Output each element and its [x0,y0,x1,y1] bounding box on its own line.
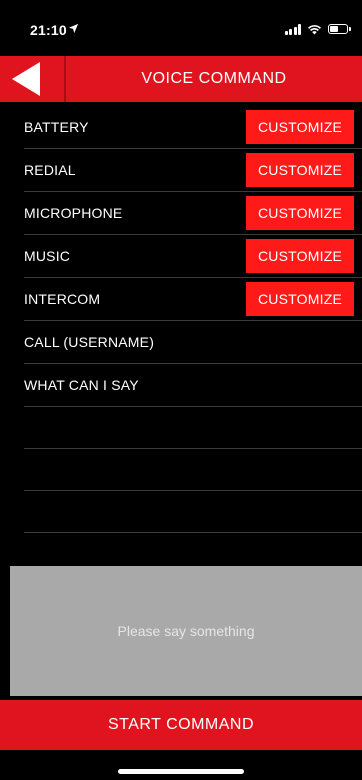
customize-battery-button[interactable]: CUSTOMIZE [246,110,354,144]
speech-prompt: Please say something [117,623,255,639]
customize-music-button[interactable]: CUSTOMIZE [246,239,354,273]
command-label: MUSIC [24,248,71,264]
customize-intercom-button[interactable]: CUSTOMIZE [246,282,354,316]
battery-icon [328,24,351,34]
empty-row [24,407,362,449]
command-label: REDIAL [24,162,76,178]
header-bar: VOICE COMMAND [0,56,362,102]
command-row-redial: REDIAL CUSTOMIZE [24,149,362,192]
speech-output-panel: Please say something [10,566,362,696]
home-indicator[interactable] [118,769,244,774]
command-label: WHAT CAN I SAY [24,377,139,393]
battery-level [330,26,338,32]
command-label: BATTERY [24,119,89,135]
command-row-intercom: INTERCOM CUSTOMIZE [24,278,362,321]
empty-row [24,449,362,491]
command-label: CALL (USERNAME) [24,334,155,350]
location-arrow-icon [68,23,79,34]
customize-redial-button[interactable]: CUSTOMIZE [246,153,354,187]
command-row-microphone: MICROPHONE CUSTOMIZE [24,192,362,235]
back-triangle-icon [12,62,40,96]
cellular-signal-icon [284,23,301,35]
command-row-battery: BATTERY CUSTOMIZE [24,106,362,149]
command-list: BATTERY CUSTOMIZE REDIAL CUSTOMIZE MICRO… [0,106,362,533]
back-button[interactable] [0,56,64,102]
command-row-music: MUSIC CUSTOMIZE [24,235,362,278]
wifi-icon [308,24,321,34]
status-icons [284,22,351,36]
page-title: VOICE COMMAND [141,70,287,87]
command-label: MICROPHONE [24,205,123,221]
command-row-what-can-i-say[interactable]: WHAT CAN I SAY [24,364,362,407]
command-row-call-username[interactable]: CALL (USERNAME) [24,321,362,364]
start-command-button[interactable]: START COMMAND [0,700,362,750]
status-time: 21:10 [30,22,67,38]
empty-row [24,491,362,533]
customize-microphone-button[interactable]: CUSTOMIZE [246,196,354,230]
command-label: INTERCOM [24,291,101,307]
status-bar: 21:10 [0,0,362,56]
